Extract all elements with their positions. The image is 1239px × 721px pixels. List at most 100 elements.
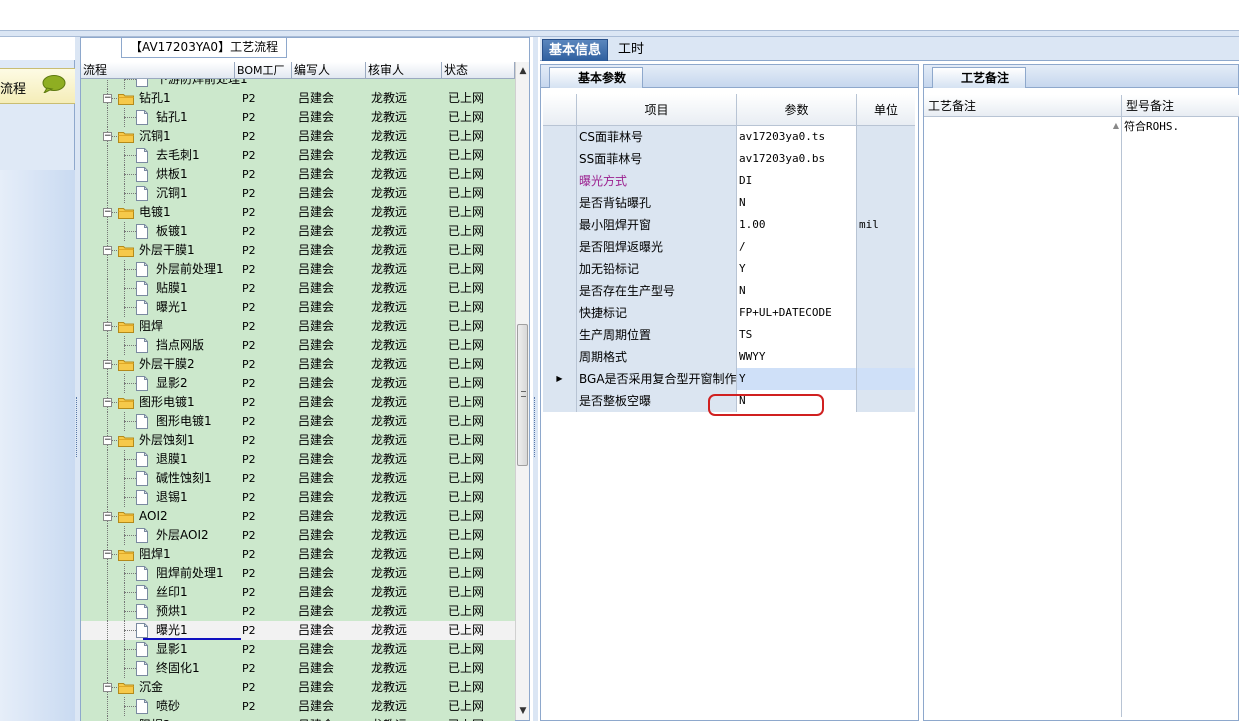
row-selector[interactable] xyxy=(543,148,577,170)
param-unit-cell[interactable] xyxy=(857,390,915,412)
tree-row[interactable]: 挡点网版 P2 吕建会 龙教远 已上网 xyxy=(81,336,515,355)
param-row[interactable]: ▶ BGA是否采用复合型开窗制作 Y xyxy=(543,368,915,390)
param-value-cell[interactable]: 1.00 xyxy=(737,214,857,236)
row-selector[interactable] xyxy=(543,390,577,412)
tab-craft-notes[interactable]: 工艺备注 xyxy=(932,67,1027,88)
param-row[interactable]: CS面菲林号 av17203ya0.ts xyxy=(543,126,915,148)
tree-folder-row[interactable]: − 钻孔1 P2 吕建会 龙教远 已上网 xyxy=(81,89,515,108)
tree-row[interactable]: 退锡1 P2 吕建会 龙教远 已上网 xyxy=(81,488,515,507)
collapse-icon[interactable]: − xyxy=(103,208,112,217)
row-selector[interactable] xyxy=(543,324,577,346)
param-unit-cell[interactable] xyxy=(857,170,915,192)
tab-work-hours[interactable]: 工时 xyxy=(612,39,650,61)
collapse-icon[interactable]: − xyxy=(103,132,112,141)
param-value-cell[interactable]: N xyxy=(737,280,857,302)
tree-folder-row[interactable]: − 阻焊 P2 吕建会 龙教远 已上网 xyxy=(81,317,515,336)
tree-row[interactable]: 图形电镀1 P2 吕建会 龙教远 已上网 xyxy=(81,412,515,431)
tree-folder-row[interactable]: − 沉金 P2 吕建会 龙教远 已上网 xyxy=(81,678,515,697)
param-unit-cell[interactable] xyxy=(857,192,915,214)
tree-folder-row[interactable]: − AOI2 P2 吕建会 龙教远 已上网 xyxy=(81,507,515,526)
tree-row[interactable]: 显影2 P2 吕建会 龙教远 已上网 xyxy=(81,374,515,393)
column-header-item[interactable]: 项目 xyxy=(577,94,737,126)
scroll-thumb[interactable] xyxy=(517,324,528,466)
tree-folder-row[interactable]: − 外层干膜2 P2 吕建会 龙教远 已上网 xyxy=(81,355,515,374)
param-unit-cell[interactable] xyxy=(857,368,915,390)
column-header-craft-note[interactable]: 工艺备注 xyxy=(924,95,1122,117)
tree-row[interactable]: 烘板1 P2 吕建会 龙教远 已上网 xyxy=(81,165,515,184)
tree-row[interactable]: 阻焊前处理1 P2 吕建会 龙教远 已上网 xyxy=(81,564,515,583)
param-unit-cell[interactable] xyxy=(857,148,915,170)
row-selector[interactable] xyxy=(543,346,577,368)
row-selector[interactable] xyxy=(543,280,577,302)
tree-folder-row[interactable]: − 外层干膜1 P2 吕建会 龙教远 已上网 xyxy=(81,241,515,260)
column-header-status[interactable]: 状态 xyxy=(442,62,515,79)
nav-item-process[interactable]: 流程 xyxy=(0,68,75,104)
tree-folder-row[interactable]: − 阻焊1 P2 吕建会 龙教远 已上网 xyxy=(81,545,515,564)
tree-scrollbar[interactable]: ▲ ▼ xyxy=(515,62,529,720)
column-header-author[interactable]: 编写人 xyxy=(292,62,366,79)
param-row[interactable]: 是否背钻曝孔 N xyxy=(543,192,915,214)
middle-splitter[interactable] xyxy=(533,37,538,721)
tree-row[interactable]: 丝印1 P2 吕建会 龙教远 已上网 xyxy=(81,583,515,602)
current-row-arrow-icon[interactable]: ▶ xyxy=(543,368,577,390)
scroll-up-icon[interactable]: ▲ xyxy=(1113,121,1119,130)
param-unit-cell[interactable] xyxy=(857,280,915,302)
tree-row[interactable]: 钻孔1 P2 吕建会 龙教远 已上网 xyxy=(81,108,515,127)
param-value-cell[interactable]: DI xyxy=(737,170,857,192)
collapse-icon[interactable]: − xyxy=(103,246,112,255)
row-selector[interactable] xyxy=(543,192,577,214)
param-unit-cell[interactable]: mil xyxy=(857,214,915,236)
tree-row[interactable]: 外层AOI2 P2 吕建会 龙教远 已上网 xyxy=(81,526,515,545)
param-row[interactable]: 快捷标记 FP+UL+DATECODE xyxy=(543,302,915,324)
column-header-reviewer[interactable]: 核审人 xyxy=(366,62,442,79)
tree-folder-row[interactable]: − 外层蚀刻1 P2 吕建会 龙教远 已上网 xyxy=(81,431,515,450)
row-selector[interactable] xyxy=(543,214,577,236)
param-value-cell[interactable]: WWYY xyxy=(737,346,857,368)
param-value-cell[interactable]: N xyxy=(737,192,857,214)
collapse-icon[interactable]: − xyxy=(103,94,112,103)
collapse-icon[interactable]: − xyxy=(103,360,112,369)
param-unit-cell[interactable] xyxy=(857,324,915,346)
tree-row[interactable]: 喷砂 P2 吕建会 龙教远 已上网 xyxy=(81,697,515,716)
tree-row[interactable]: 下游防焊前处理1 xyxy=(81,79,515,89)
row-selector[interactable] xyxy=(543,236,577,258)
tab-basic-params[interactable]: 基本参数 xyxy=(549,67,644,88)
param-value-cell[interactable]: Y xyxy=(737,368,857,390)
tree-folder-row[interactable]: − 沉铜1 P2 吕建会 龙教远 已上网 xyxy=(81,127,515,146)
collapse-icon[interactable]: − xyxy=(103,512,112,521)
param-unit-cell[interactable] xyxy=(857,302,915,324)
tree-folder-row[interactable]: − 电镀1 P2 吕建会 龙教远 已上网 xyxy=(81,203,515,222)
craft-note-cell[interactable]: ▲ xyxy=(924,117,1122,717)
collapse-icon[interactable]: − xyxy=(103,683,112,692)
row-selector[interactable] xyxy=(543,126,577,148)
tree-row[interactable]: 外层前处理1 P2 吕建会 龙教远 已上网 xyxy=(81,260,515,279)
tree-folder-row[interactable]: −阻焊2P2吕建会龙教远已上网 xyxy=(81,716,515,721)
collapse-icon[interactable]: − xyxy=(103,436,112,445)
tree-row[interactable]: 贴膜1 P2 吕建会 龙教远 已上网 xyxy=(81,279,515,298)
param-value-cell[interactable]: FP+UL+DATECODE xyxy=(737,302,857,324)
param-value-cell[interactable]: av17203ya0.ts xyxy=(737,126,857,148)
param-value-cell[interactable]: / xyxy=(737,236,857,258)
scroll-down-icon[interactable]: ▼ xyxy=(516,704,530,718)
param-row[interactable]: SS面菲林号 av17203ya0.bs xyxy=(543,148,915,170)
collapse-icon[interactable]: − xyxy=(103,550,112,559)
param-row[interactable]: 是否存在生产型号 N xyxy=(543,280,915,302)
param-unit-cell[interactable] xyxy=(857,346,915,368)
row-selector[interactable] xyxy=(543,258,577,280)
param-value-cell[interactable]: Y xyxy=(737,258,857,280)
collapse-icon[interactable]: − xyxy=(103,322,112,331)
param-row[interactable]: 生产周期位置 TS xyxy=(543,324,915,346)
param-row[interactable]: 加无铅标记 Y xyxy=(543,258,915,280)
tree-row[interactable]: 退膜1 P2 吕建会 龙教远 已上网 xyxy=(81,450,515,469)
tree-row[interactable]: 板镀1 P2 吕建会 龙教远 已上网 xyxy=(81,222,515,241)
tree-row[interactable]: 曝光1 P2 吕建会 龙教远 已上网 xyxy=(81,298,515,317)
param-unit-cell[interactable] xyxy=(857,126,915,148)
column-header-unit[interactable]: 单位 xyxy=(857,94,915,126)
tree-row[interactable]: 去毛刺1 P2 吕建会 龙教远 已上网 xyxy=(81,146,515,165)
tree-row[interactable]: 预烘1 P2 吕建会 龙教远 已上网 xyxy=(81,602,515,621)
param-value-cell[interactable]: av17203ya0.bs xyxy=(737,148,857,170)
tree-folder-row[interactable]: − 图形电镀1 P2 吕建会 龙教远 已上网 xyxy=(81,393,515,412)
param-unit-cell[interactable] xyxy=(857,236,915,258)
param-row[interactable]: 是否阻焊返曝光 / xyxy=(543,236,915,258)
row-selector[interactable] xyxy=(543,302,577,324)
